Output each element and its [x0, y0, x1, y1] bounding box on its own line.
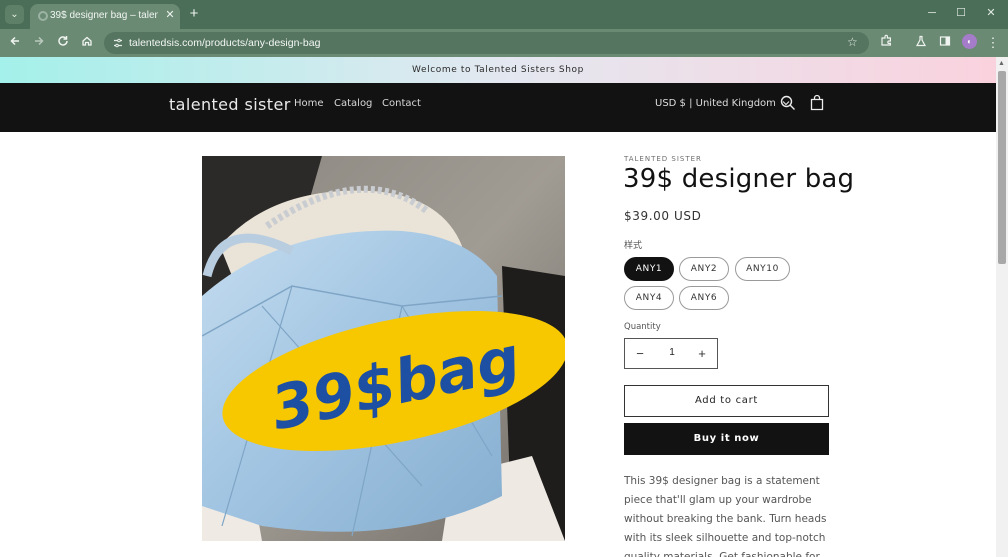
variant-pill-any6[interactable]: ANY6 [679, 286, 729, 310]
quantity-minus-icon[interactable]: − [631, 345, 649, 363]
product-vendor: TALENTED SISTER [624, 155, 702, 163]
tab-search-dropdown[interactable]: ⌄ [5, 5, 24, 24]
currency-selector-label: USD $ | United Kingdom [655, 98, 776, 109]
url-text[interactable]: talentedsis.com/products/any-design-bag [129, 37, 320, 49]
lab-flask-icon[interactable] [912, 34, 930, 52]
product-description: This 39$ designer bag is a statement pie… [624, 475, 827, 557]
bookmark-star-icon[interactable]: ☆ [847, 35, 858, 49]
back-icon[interactable] [6, 34, 24, 52]
scroll-up-icon[interactable]: ▲ [998, 60, 1005, 67]
more-menu-icon[interactable]: ⋮ [984, 34, 1002, 52]
reload-icon[interactable] [54, 34, 72, 52]
add-to-cart-button[interactable]: Add to cart [624, 385, 829, 417]
forward-icon[interactable] [30, 34, 48, 52]
quantity-stepper: − 1 + [624, 338, 718, 369]
browser-tab-active[interactable]: 39$ designer bag – talented sister ✕ [30, 4, 180, 29]
announcement-bar: Welcome to Talented Sisters Shop [0, 57, 996, 83]
store-logo[interactable]: talented sister [169, 95, 291, 114]
nav-contact[interactable]: Contact [382, 98, 421, 109]
scrollbar-thumb[interactable] [998, 71, 1006, 264]
tab-close-icon[interactable]: ✕ [164, 8, 176, 22]
product-price: $39.00 USD [624, 209, 702, 223]
quantity-input[interactable]: 1 [655, 347, 689, 358]
new-tab-button[interactable]: + [186, 5, 202, 23]
product-image[interactable]: 39$bag [202, 156, 565, 541]
tab-title: 39$ designer bag – talented sister [50, 10, 158, 21]
browser-toolbar: talentedsis.com/products/any-design-bag … [0, 29, 1008, 57]
quantity-label: Quantity [624, 322, 661, 332]
currency-selector[interactable]: USD $ | United Kingdom [655, 98, 790, 109]
site-info-icon[interactable] [112, 37, 124, 49]
maximize-icon[interactable]: ☐ [950, 4, 972, 22]
variant-pill-any4[interactable]: ANY4 [624, 286, 674, 310]
extensions-icon[interactable] [877, 34, 895, 52]
product-title: 39$ designer bag [623, 164, 855, 194]
profile-avatar-icon[interactable]: ◐ [962, 34, 977, 49]
side-panel-icon[interactable] [936, 34, 954, 52]
address-bar[interactable]: talentedsis.com/products/any-design-bag … [104, 32, 869, 54]
style-option-label: 样式 [624, 241, 643, 251]
nav-home[interactable]: Home [294, 98, 324, 109]
home-icon[interactable] [78, 34, 96, 52]
browser-tab-bar: ⌄ 39$ designer bag – talented sister ✕ +… [0, 0, 1008, 29]
variant-pill-any10[interactable]: ANY10 [735, 257, 790, 281]
site-header: talented sister Home Catalog Contact USD… [0, 83, 996, 132]
minimize-icon[interactable]: ─ [921, 4, 943, 22]
page-scrollbar[interactable]: ▲ [996, 57, 1008, 557]
buy-now-button[interactable]: Buy it now [624, 423, 829, 455]
nav-catalog[interactable]: Catalog [334, 98, 372, 109]
cart-icon[interactable] [808, 94, 826, 112]
window-close-icon[interactable]: ✕ [980, 4, 1002, 22]
search-icon[interactable] [779, 94, 797, 112]
tab-favicon-icon [38, 11, 48, 21]
variant-pill-any2[interactable]: ANY2 [679, 257, 729, 281]
quantity-plus-icon[interactable]: + [693, 345, 711, 363]
variant-pill-any1[interactable]: ANY1 [624, 257, 674, 281]
